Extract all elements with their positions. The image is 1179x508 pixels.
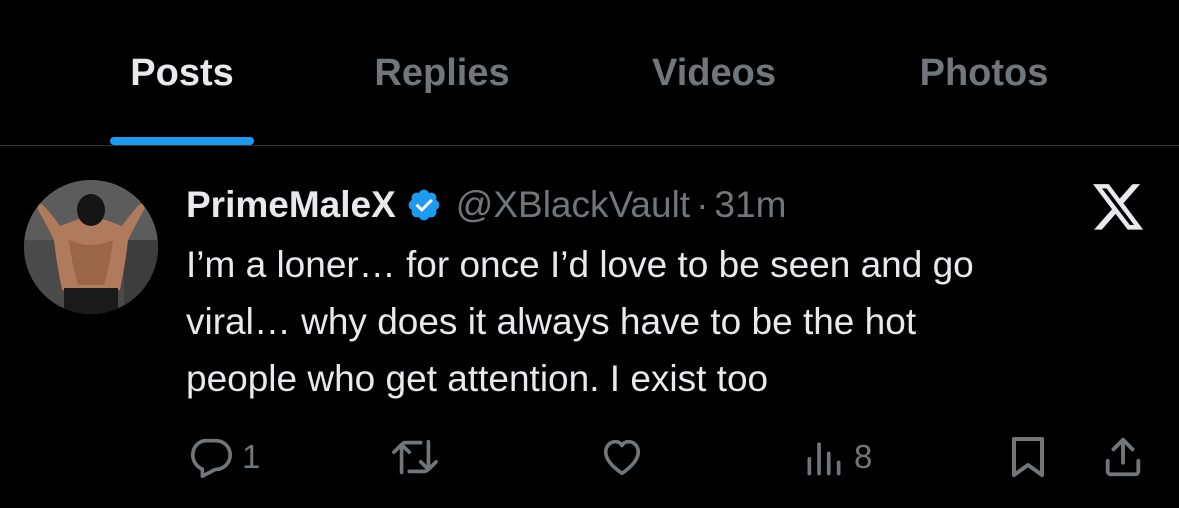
tab-photos[interactable]: Photos bbox=[920, 52, 1049, 95]
tabs-divider bbox=[0, 145, 1179, 146]
timestamp[interactable]: 31m bbox=[714, 184, 786, 226]
reply-icon bbox=[190, 438, 232, 478]
x-logo-icon[interactable] bbox=[1093, 184, 1145, 232]
views-icon bbox=[807, 442, 841, 476]
post-text-line: people who get attention. I exist too bbox=[186, 358, 769, 399]
repost-icon bbox=[392, 439, 438, 475]
tab-posts[interactable]: Posts bbox=[130, 52, 233, 95]
avatar[interactable] bbox=[24, 180, 158, 314]
heart-icon bbox=[603, 439, 641, 476]
views-button[interactable]: 8 bbox=[802, 430, 872, 484]
post-text-line: I’m a loner… for once I’d love to be see… bbox=[186, 244, 974, 285]
post-text-line: viral… why does it always have to be the… bbox=[186, 301, 917, 342]
share-button[interactable] bbox=[1100, 430, 1146, 484]
post-text: I’m a loner… for once I’d love to be see… bbox=[186, 236, 1146, 407]
share-icon bbox=[1105, 437, 1141, 477]
post-header: PrimeMaleX @XBlackVault · 31m bbox=[186, 180, 786, 230]
repost-button[interactable] bbox=[390, 430, 440, 484]
tab-videos[interactable]: Videos bbox=[652, 52, 776, 95]
avatar-image bbox=[24, 180, 158, 314]
reply-count: 1 bbox=[242, 438, 261, 475]
like-button[interactable] bbox=[598, 430, 646, 484]
reply-button[interactable]: 1 bbox=[188, 430, 260, 484]
active-tab-indicator bbox=[110, 137, 254, 145]
bookmark-icon bbox=[1012, 437, 1044, 477]
bookmark-button[interactable] bbox=[1006, 430, 1050, 484]
tab-replies[interactable]: Replies bbox=[374, 52, 509, 95]
separator: · bbox=[696, 184, 709, 225]
profile-tabs: Posts Replies Videos Photos bbox=[0, 0, 1179, 146]
views-count: 8 bbox=[854, 438, 873, 475]
display-name[interactable]: PrimeMaleX bbox=[186, 184, 396, 226]
handle[interactable]: @XBlackVault bbox=[456, 184, 690, 226]
verified-badge-icon bbox=[406, 187, 442, 223]
